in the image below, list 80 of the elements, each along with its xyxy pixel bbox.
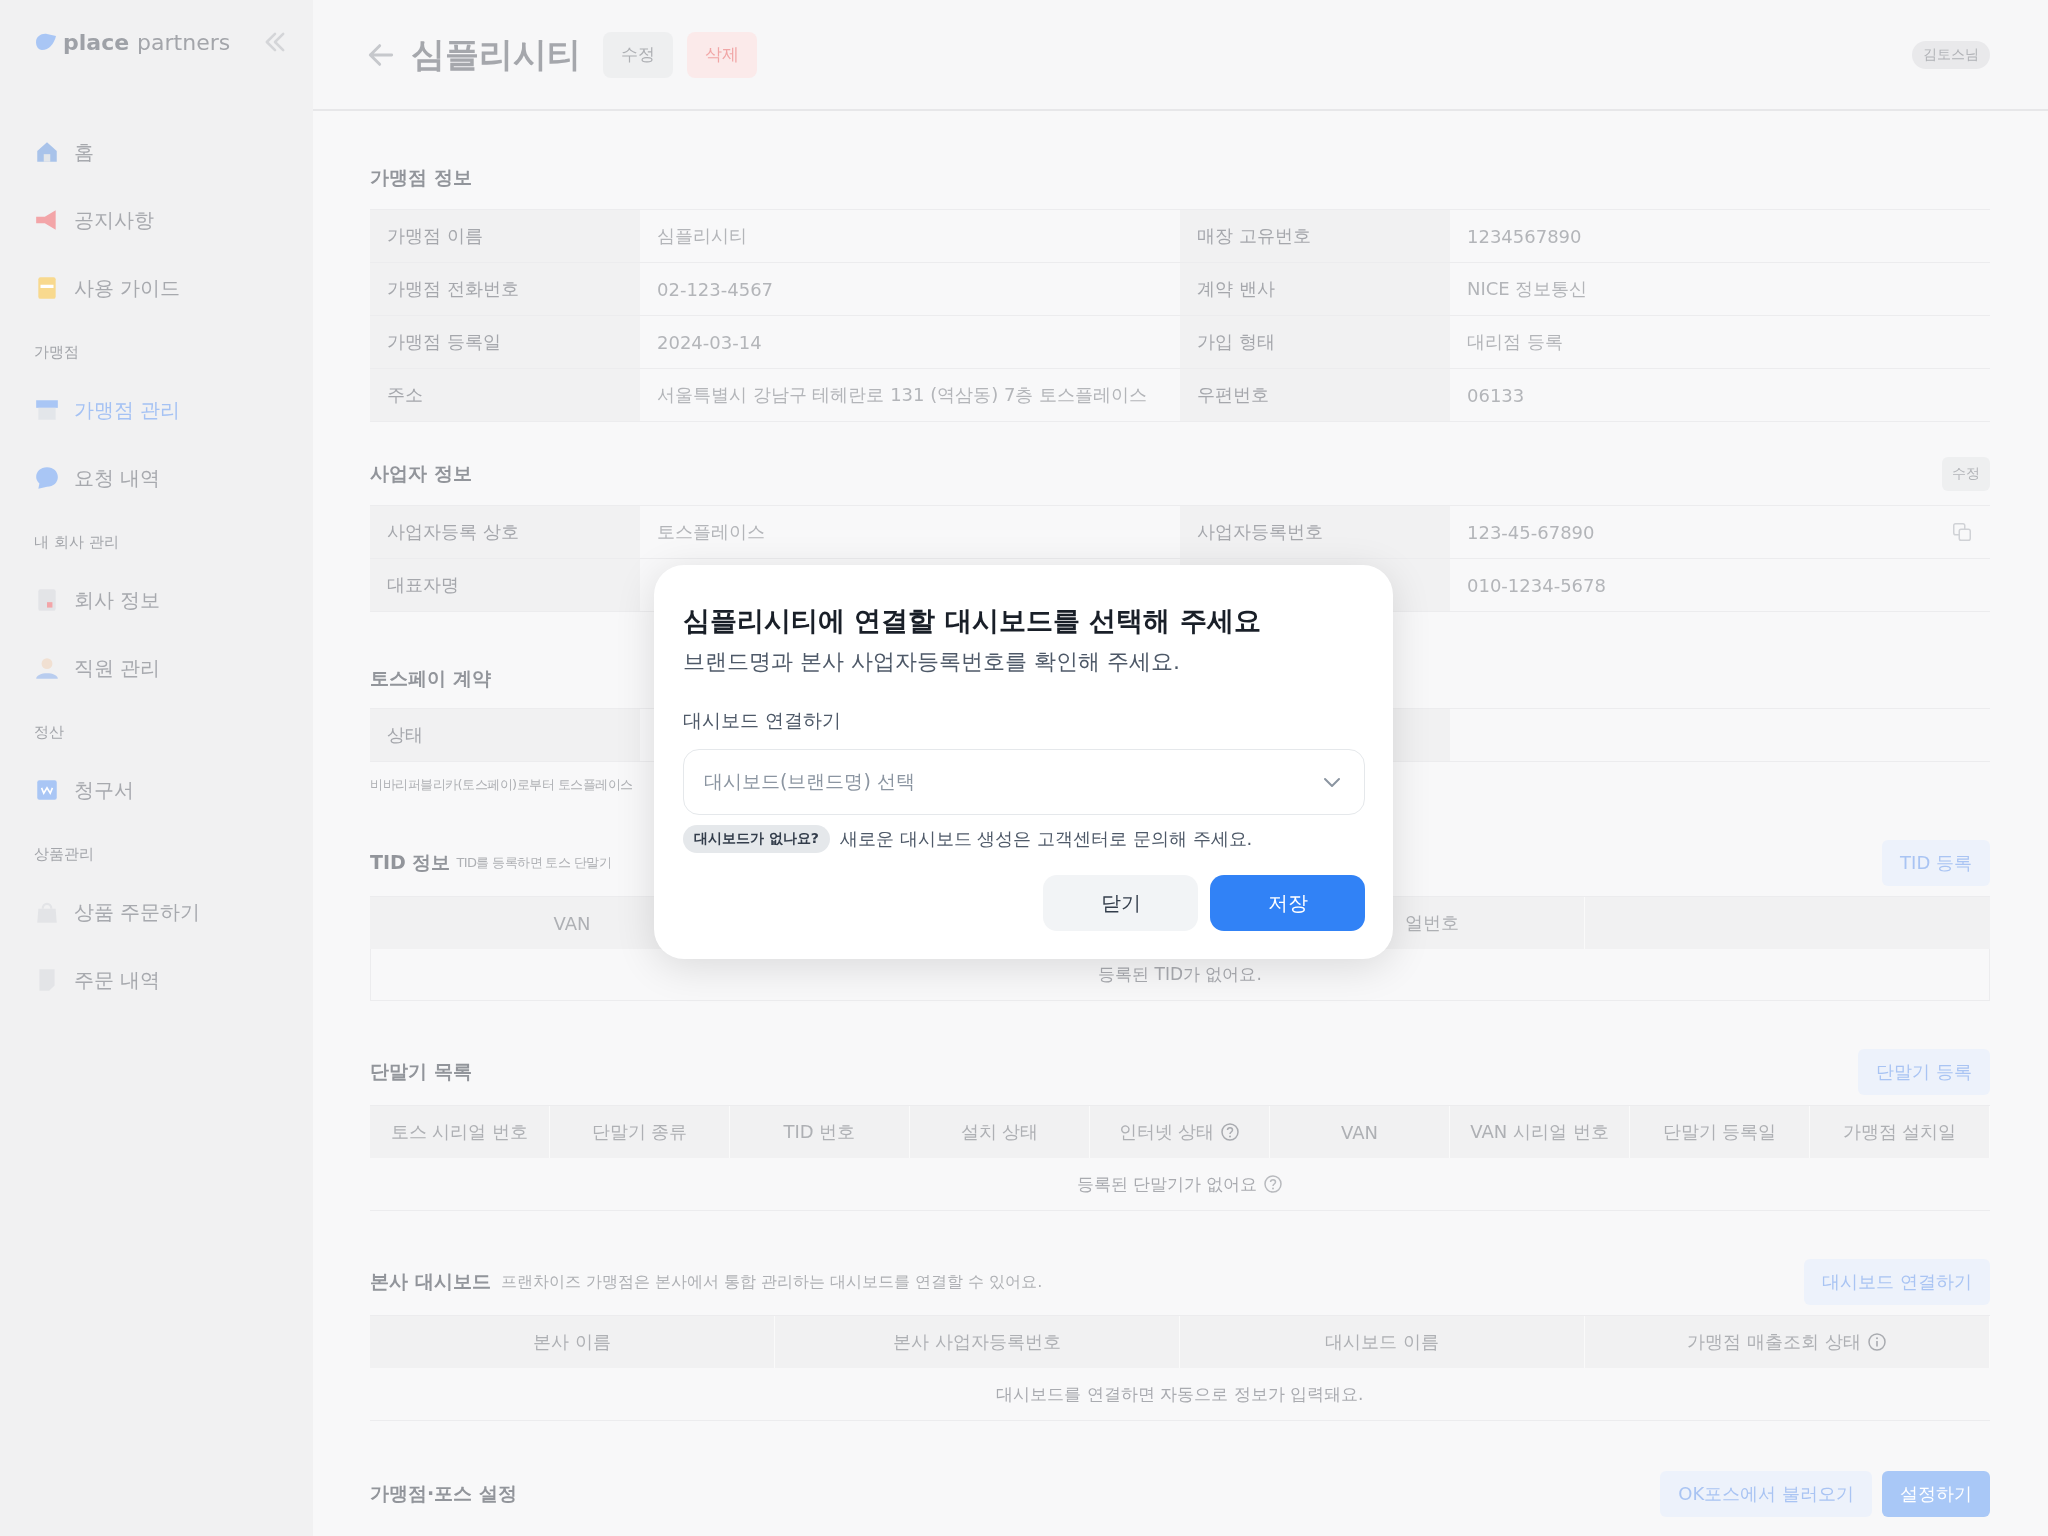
field-label: 대시보드 연결하기: [683, 708, 843, 733]
dashboard-select[interactable]: 대시보드(브랜드명) 선택: [683, 749, 1365, 815]
column-header: VAN: [1341, 1121, 1378, 1143]
settings-button[interactable]: 설정하기: [1882, 1471, 1990, 1517]
column-header: 대시보드 이름: [1325, 1330, 1439, 1354]
invoice-icon: [34, 777, 60, 803]
info-icon[interactable]: [1866, 1332, 1887, 1352]
hint-text: 새로운 대시보드 생성은 고객센터로 문의해 주세요.: [840, 827, 1253, 851]
copy-icon[interactable]: [1951, 521, 1973, 543]
section-title: TID 정보: [370, 850, 451, 875]
sidebar-item[interactable]: 회사 정보: [34, 576, 313, 624]
label-cell: 사업자등록 상호: [370, 506, 640, 559]
column-header: TID 번호: [783, 1120, 856, 1144]
label-cell: 가맹점 등록일: [370, 316, 640, 369]
section-title: 단말기 목록: [370, 1059, 472, 1084]
column-header: 가맹점 설치일: [1842, 1120, 1957, 1144]
section-description: 프랜차이즈 가맹점은 본사에서 통합 관리하는 대시보드를 연결할 수 있어요.: [500, 1271, 1043, 1293]
label-cell: 대표자명: [370, 559, 640, 612]
sidebar-item[interactable]: 요청 내역: [34, 454, 313, 502]
label-cell: 매장 고유번호: [1180, 210, 1450, 263]
column-header: 본사 이름: [533, 1330, 611, 1354]
register-device-button[interactable]: 단말기 등록: [1858, 1049, 1990, 1095]
label-cell: 주소: [370, 369, 640, 422]
field-value: 123-45-67890: [1467, 521, 1595, 543]
logo-icon: [34, 32, 58, 52]
sidebar-section-label: 정산: [34, 722, 65, 743]
connect-dashboard-button[interactable]: 대시보드 연결하기: [1804, 1259, 1990, 1305]
page-title: 심플리시티: [411, 32, 581, 76]
sidebar-item[interactable]: 홈: [34, 128, 313, 176]
help-icon[interactable]: [1263, 1174, 1284, 1194]
section-title: 가맹점·포스 설정: [370, 1481, 517, 1506]
column-header: 설치 상태: [960, 1120, 1039, 1144]
delete-button[interactable]: 삭제: [687, 31, 757, 78]
sidebar-item[interactable]: 상품 주문하기: [34, 888, 313, 936]
label-cell: 가맹점 전화번호: [370, 263, 640, 316]
store-icon: [34, 397, 60, 423]
column-header: 단말기 등록일: [1662, 1120, 1777, 1144]
label-cell: 우편번호: [1180, 369, 1450, 422]
column-header: VAN 시리얼 번호: [1470, 1120, 1609, 1144]
edit-button[interactable]: 수정: [1942, 457, 1990, 491]
user-badge[interactable]: 김토스님: [1912, 40, 1990, 69]
section-title: 가맹점 정보: [370, 165, 472, 190]
sidebar-item[interactable]: 주문 내역: [34, 956, 313, 1004]
help-icon[interactable]: [1220, 1122, 1241, 1142]
section-title: 본사 대시보드: [370, 1269, 491, 1294]
label-cell: 가입 형태: [1180, 316, 1450, 369]
sidebar-item[interactable]: 직원 관리: [34, 644, 313, 692]
sidebar-item[interactable]: 가맹점 관리: [34, 386, 313, 434]
logo[interactable]: place partners: [34, 29, 231, 55]
label-cell: 계약 밴사: [1180, 263, 1450, 316]
dialog-subtitle: 브랜드명과 본사 사업자등록번호를 확인해 주세요.: [683, 648, 1181, 676]
hint-badge: 대시보드가 없나요?: [683, 825, 830, 853]
section-description: TID를 등록하면 토스 단말기: [456, 854, 611, 872]
contract-note: 비바리퍼블리카(토스페이)로부터 토스플레이스: [370, 776, 633, 794]
column-header: 본사 사업자등록번호: [893, 1330, 1061, 1354]
sidebar-section-label: 가맹점: [34, 342, 80, 363]
sidebar-item[interactable]: 청구서: [34, 766, 313, 814]
close-button[interactable]: 닫기: [1043, 875, 1198, 931]
column-header: 가맹점 매출조회 상태: [1687, 1330, 1861, 1354]
column-header: 토스 시리얼 번호: [390, 1120, 529, 1144]
save-button[interactable]: 저장: [1210, 875, 1365, 931]
sidebar-section-label: 상품관리: [34, 844, 95, 865]
column-header: 인터넷 상태: [1118, 1120, 1215, 1144]
import-button[interactable]: OK포스에서 불러오기: [1660, 1471, 1872, 1517]
section-title: 사업자 정보: [370, 461, 472, 486]
sidebar-item[interactable]: 공지사항: [34, 196, 313, 244]
speech-bubble-icon: [34, 465, 60, 491]
empty-message: 대시보드를 연결하면 자동으로 정보가 입력돼요.: [996, 1382, 1364, 1406]
empty-message: 등록된 단말기가 없어요: [1076, 1172, 1258, 1196]
sidebar-section-label: 내 회사 관리: [34, 532, 120, 553]
label-cell: 사업자등록번호: [1180, 506, 1450, 559]
label-cell: 상태: [370, 709, 640, 762]
dialog-title: 심플리시티에 연결할 대시보드를 선택해 주세요: [683, 604, 1262, 638]
edit-button[interactable]: 수정: [603, 31, 673, 78]
sidebar-item[interactable]: 사용 가이드: [34, 264, 313, 312]
label-cell: 가맹점 이름: [370, 210, 640, 263]
section-title: 토스페이 계약: [370, 666, 491, 691]
person-icon: [34, 655, 60, 681]
register-tid-button[interactable]: TID 등록: [1882, 840, 1990, 886]
column-header: 단말기 종류: [591, 1120, 688, 1144]
